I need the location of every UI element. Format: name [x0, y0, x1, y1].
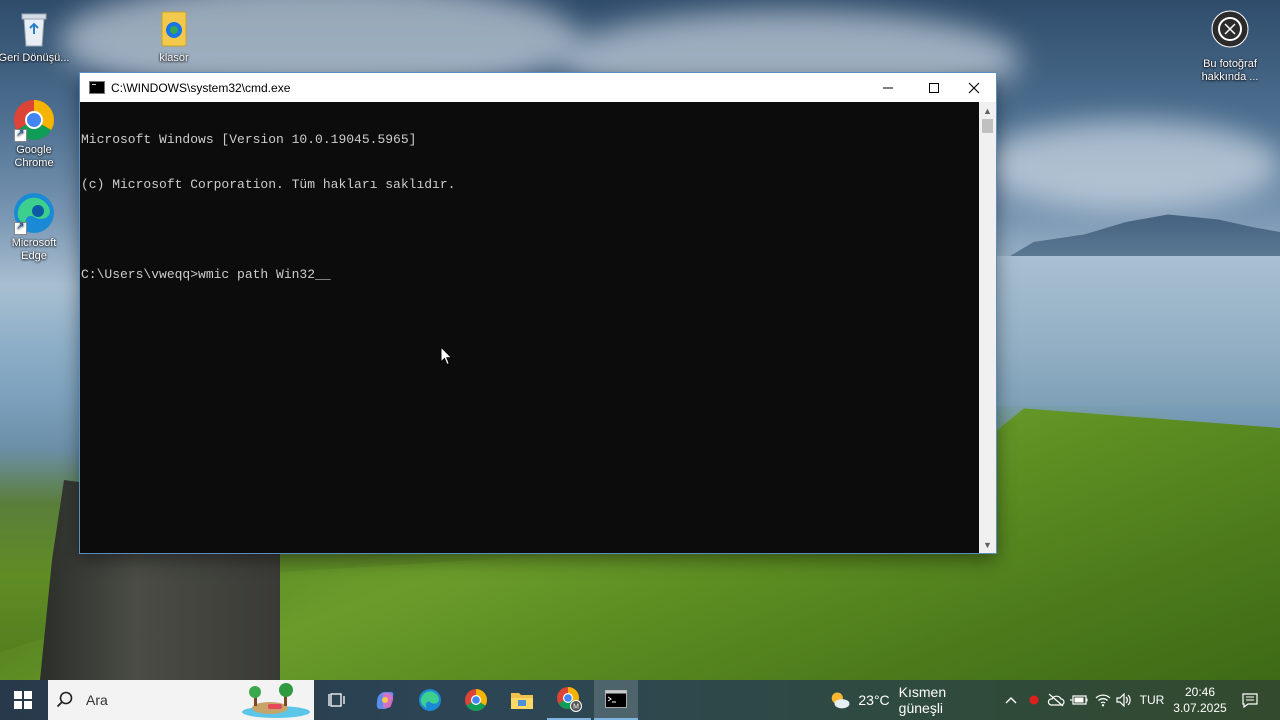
- volume-control[interactable]: [1114, 680, 1134, 720]
- folder-label: klasör: [159, 52, 189, 64]
- folder-icon: [152, 6, 196, 50]
- folder-icon: [511, 693, 533, 709]
- record-dot-icon: [1029, 695, 1039, 705]
- taskbar-copilot-button[interactable]: [364, 680, 406, 720]
- input-language[interactable]: TUR: [1138, 680, 1166, 720]
- console-line: (c) Microsoft Corporation. Tüm hakları s…: [81, 177, 456, 192]
- clock[interactable]: 20:46 3.07.2025: [1170, 680, 1230, 720]
- search-box[interactable]: Ara: [48, 680, 314, 720]
- edge-label: Microsoft Edge: [11, 237, 57, 262]
- notification-center-button[interactable]: [1236, 680, 1264, 720]
- weather-widget[interactable]: 23°C Kısmen güneşli: [828, 680, 988, 720]
- start-button[interactable]: [0, 680, 46, 720]
- console-line: Microsoft Windows [Version 10.0.19045.59…: [81, 132, 417, 147]
- onedrive-status[interactable]: [1046, 680, 1066, 720]
- cmd-window[interactable]: C:\WINDOWS\system32\cmd.exe Microsoft Wi…: [80, 73, 996, 553]
- edge-icon: [12, 191, 56, 235]
- text-caret: _: [322, 267, 331, 282]
- network-status[interactable]: [1092, 680, 1114, 720]
- search-placeholder: Ara: [86, 692, 108, 708]
- recycle-bin-desktop-icon[interactable]: Geri Dönüşü...: [0, 6, 70, 65]
- speaker-icon: [1116, 693, 1131, 707]
- taskbar: Ara M 23°C Kısmen güneşli TUR 20:46 3.07…: [0, 680, 1280, 720]
- scrollbar-thumb[interactable]: [982, 119, 993, 133]
- recycle-bin-icon: [12, 6, 56, 50]
- close-button[interactable]: [951, 73, 997, 102]
- shortcut-arrow-icon: [14, 127, 27, 142]
- about-photo-label: Bu fotoğraf hakkında ...: [1201, 58, 1259, 83]
- chevron-up-icon: [1005, 697, 1017, 704]
- wifi-icon: [1095, 694, 1111, 707]
- shortcut-arrow-icon: [14, 220, 27, 235]
- folder-desktop-icon[interactable]: klasör: [138, 6, 210, 65]
- taskbar-chrome-button[interactable]: [455, 680, 497, 720]
- edge-icon: [419, 689, 441, 711]
- taskbar-cmd-button[interactable]: [594, 680, 638, 720]
- svg-text:M: M: [573, 704, 579, 711]
- show-hidden-icons-button[interactable]: [1000, 680, 1022, 720]
- scroll-up-arrow-icon[interactable]: ▲: [979, 102, 996, 119]
- chrome-profile-icon: M: [557, 687, 582, 712]
- cloud: [980, 120, 1280, 210]
- window-title: C:\WINDOWS\system32\cmd.exe: [111, 80, 291, 95]
- partly-sunny-icon: [831, 692, 850, 709]
- recording-indicator[interactable]: [1024, 680, 1044, 720]
- minimize-button[interactable]: [865, 73, 911, 102]
- cloud-off-icon: [1047, 693, 1065, 707]
- chrome-icon: [465, 689, 487, 711]
- edge-desktop-icon[interactable]: Microsoft Edge: [0, 191, 70, 263]
- taskbar-file-explorer-button[interactable]: [501, 680, 543, 720]
- weather-temperature: 23°C: [858, 692, 890, 708]
- windows-logo-icon: [14, 691, 32, 709]
- scroll-down-arrow-icon[interactable]: ▼: [979, 536, 996, 553]
- chrome-icon: [12, 98, 56, 142]
- weather-condition: Kısmen güneşli: [898, 684, 947, 716]
- minimize-icon: [883, 87, 893, 88]
- search-highlight-illustration: [240, 682, 312, 718]
- recycle-bin-label: Geri Dönüşü...: [0, 52, 70, 64]
- search-icon: [56, 691, 73, 708]
- clock-date: 3.07.2025: [1173, 701, 1227, 715]
- mountain: [1000, 214, 1280, 262]
- battery-plug-icon: [1070, 695, 1088, 705]
- about-photo-desktop-icon[interactable]: Bu fotoğraf hakkında ...: [1193, 10, 1267, 84]
- console-command: C:\Users\vweqq>wmic path Win32_: [81, 267, 323, 282]
- notification-icon: [1242, 692, 1258, 708]
- clock-time: 20:46: [1184, 685, 1216, 699]
- task-view-icon: [328, 693, 345, 707]
- console-prompt-line: C:\Users\vweqq>wmic path Win32__: [81, 267, 979, 282]
- maximize-icon: [929, 82, 939, 93]
- close-icon: [968, 82, 980, 93]
- battery-status[interactable]: [1068, 680, 1090, 720]
- chrome-desktop-icon[interactable]: Google Chrome: [0, 98, 70, 170]
- window-titlebar[interactable]: C:\WINDOWS\system32\cmd.exe: [80, 73, 996, 102]
- sea: [996, 256, 1280, 406]
- copilot-icon: [376, 691, 394, 709]
- taskbar-chrome-profile-button[interactable]: M: [547, 680, 591, 720]
- vertical-scrollbar[interactable]: ▲ ▼: [979, 102, 996, 553]
- camera-info-icon: [1211, 10, 1249, 48]
- console-app-icon: [89, 81, 105, 94]
- taskbar-edge-button[interactable]: [409, 680, 451, 720]
- task-view-button[interactable]: [318, 680, 356, 720]
- command-prompt-icon: [605, 690, 627, 708]
- console-output[interactable]: Microsoft Windows [Version 10.0.19045.59…: [80, 102, 979, 553]
- chrome-label: Google Chrome: [14, 144, 54, 169]
